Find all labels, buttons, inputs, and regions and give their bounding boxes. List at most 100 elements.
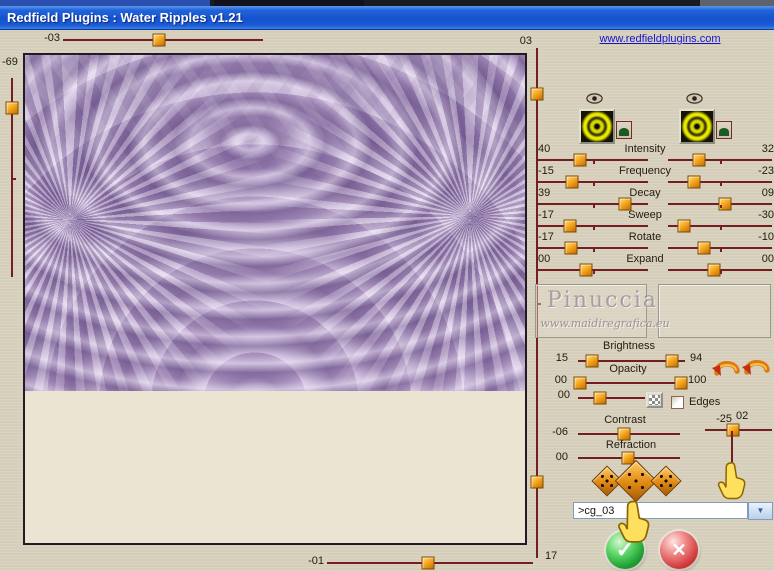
checker-icon (649, 395, 660, 405)
mini-slider-pointer-line (731, 431, 733, 497)
expand-right-track[interactable] (668, 263, 772, 277)
extra-slider-value: 00 (557, 389, 570, 401)
slider-row-rotate: -17 Rotate -10 (536, 231, 774, 255)
watermark-name: Pinuccia (547, 288, 658, 313)
dice-pips (656, 471, 676, 491)
right-position-slider-handle-upper[interactable] (530, 87, 544, 101)
mound-button[interactable] (716, 121, 732, 139)
right-slider-top-value: 03 (519, 35, 532, 47)
sweep-right-track[interactable] (668, 219, 772, 233)
window-title: Redfield Plugins : Water Ripples v1.21 (7, 10, 243, 25)
x-icon: ✕ (671, 539, 687, 560)
rotate-label: Rotate (628, 231, 662, 243)
edges-checkbox[interactable] (671, 396, 684, 409)
preset-dropdown[interactable]: >cg_03 (573, 502, 748, 519)
preview-frame (23, 53, 527, 545)
slider-row-intensity: 40 Intensity 32 (536, 143, 774, 167)
decay-right-track[interactable] (668, 197, 772, 211)
mini-slider-track[interactable] (705, 423, 772, 437)
opacity-right-handle[interactable] (674, 376, 688, 390)
contrast-track[interactable] (578, 427, 680, 441)
preset-dropdown-button[interactable]: ▼ (748, 502, 773, 520)
intensity-right-value: 32 (761, 143, 774, 155)
expand-right-handle[interactable] (707, 263, 721, 277)
top-slider-value: -03 (44, 32, 60, 44)
intensity-right-handle[interactable] (692, 153, 706, 167)
left-position-slider-handle[interactable] (5, 101, 19, 115)
rotate-left-track[interactable] (538, 241, 648, 255)
intensity-left-handle[interactable] (573, 153, 587, 167)
brightness-track[interactable] (578, 354, 685, 368)
bottom-slider-value: -01 (308, 555, 324, 567)
contrast-value: -06 (552, 426, 568, 438)
opacity-left-handle[interactable] (573, 376, 587, 390)
top-position-slider-handle[interactable] (152, 33, 166, 47)
refraction-label: Refraction (605, 439, 657, 451)
watermark-url: www.maidiregrafica.eu (540, 317, 670, 330)
frequency-right-handle[interactable] (687, 175, 701, 189)
refraction-track[interactable] (578, 451, 680, 465)
slider-row-frequency: -15 Frequency -23 (536, 165, 774, 189)
intensity-right-track[interactable] (668, 153, 772, 167)
checker-pattern-button[interactable] (646, 392, 663, 408)
decay-right-handle[interactable] (718, 197, 732, 211)
ripple-preview-button[interactable] (579, 109, 615, 144)
refraction-value: 00 (555, 451, 568, 463)
eye-icon[interactable] (586, 91, 603, 104)
plugin-window: Redfield Plugins : Water Ripples v1.21 -… (0, 0, 774, 571)
sweep-left-handle[interactable] (563, 219, 577, 233)
rotate-left-handle[interactable] (564, 241, 578, 255)
mini-slider-handle[interactable] (726, 423, 740, 437)
check-icon: ✓ (615, 537, 635, 562)
extra-slider-track[interactable] (578, 391, 645, 405)
swirl-arrow-icon[interactable] (711, 356, 741, 377)
slider-row-decay: 39 Decay 09 (536, 187, 774, 211)
dice-icon[interactable] (650, 465, 682, 497)
swirl-arrow-icon[interactable] (741, 355, 771, 376)
decay-left-track[interactable] (538, 197, 648, 211)
top-position-slider-track[interactable] (63, 33, 263, 47)
expand-left-value: 00 (538, 253, 551, 265)
rotate-right-handle[interactable] (697, 241, 711, 255)
sweep-right-handle[interactable] (677, 219, 691, 233)
decay-right-value: 09 (761, 187, 774, 199)
right-slider-bottom-value: 17 (545, 550, 558, 562)
frequency-left-value: -15 (538, 165, 554, 177)
expand-left-track[interactable] (538, 263, 648, 277)
rotate-right-track[interactable] (668, 241, 772, 255)
sweep-right-value: -30 (758, 209, 774, 221)
left-position-slider-track[interactable] (5, 78, 19, 277)
slider-row-expand: 00 Expand 00 (536, 253, 774, 277)
frequency-left-handle[interactable] (565, 175, 579, 189)
sweep-left-value: -17 (538, 209, 554, 221)
rotate-right-value: -10 (758, 231, 774, 243)
opacity-left-value: 00 (554, 374, 567, 386)
preview-image (25, 55, 525, 391)
moire-overlay (25, 55, 525, 391)
sweep-left-track[interactable] (538, 219, 648, 233)
extra-slider-handle[interactable] (593, 391, 607, 405)
opacity-track[interactable] (573, 376, 688, 390)
brightness-left-value: 15 (555, 352, 568, 364)
frequency-right-track[interactable] (668, 175, 772, 189)
right-position-slider-handle-lower[interactable] (530, 475, 544, 488)
bottom-position-slider-track[interactable] (327, 556, 533, 570)
intensity-left-track[interactable] (538, 153, 648, 167)
opacity-label: Opacity (609, 363, 647, 375)
brightness-label: Brightness (603, 340, 655, 352)
expand-right-value: 00 (761, 253, 774, 265)
bottom-position-slider-handle[interactable] (421, 556, 435, 570)
expand-left-handle[interactable] (579, 263, 593, 277)
eye-icon[interactable] (686, 91, 703, 104)
title-bar[interactable]: Redfield Plugins : Water Ripples v1.21 (0, 6, 774, 30)
rotate-left-value: -17 (538, 231, 554, 243)
frequency-left-track[interactable] (538, 175, 648, 189)
intensity-left-value: 40 (538, 143, 551, 155)
intensity-label: Intensity (624, 143, 666, 155)
mini-slider-right-value: 02 (736, 410, 749, 422)
cancel-button[interactable]: ✕ (660, 531, 698, 569)
mound-button[interactable] (616, 121, 632, 139)
ripple-preview-button[interactable] (679, 109, 715, 144)
ok-button[interactable]: ✓ (606, 531, 644, 569)
redfieldplugins-link[interactable]: www.redfieldplugins.com (592, 33, 728, 45)
